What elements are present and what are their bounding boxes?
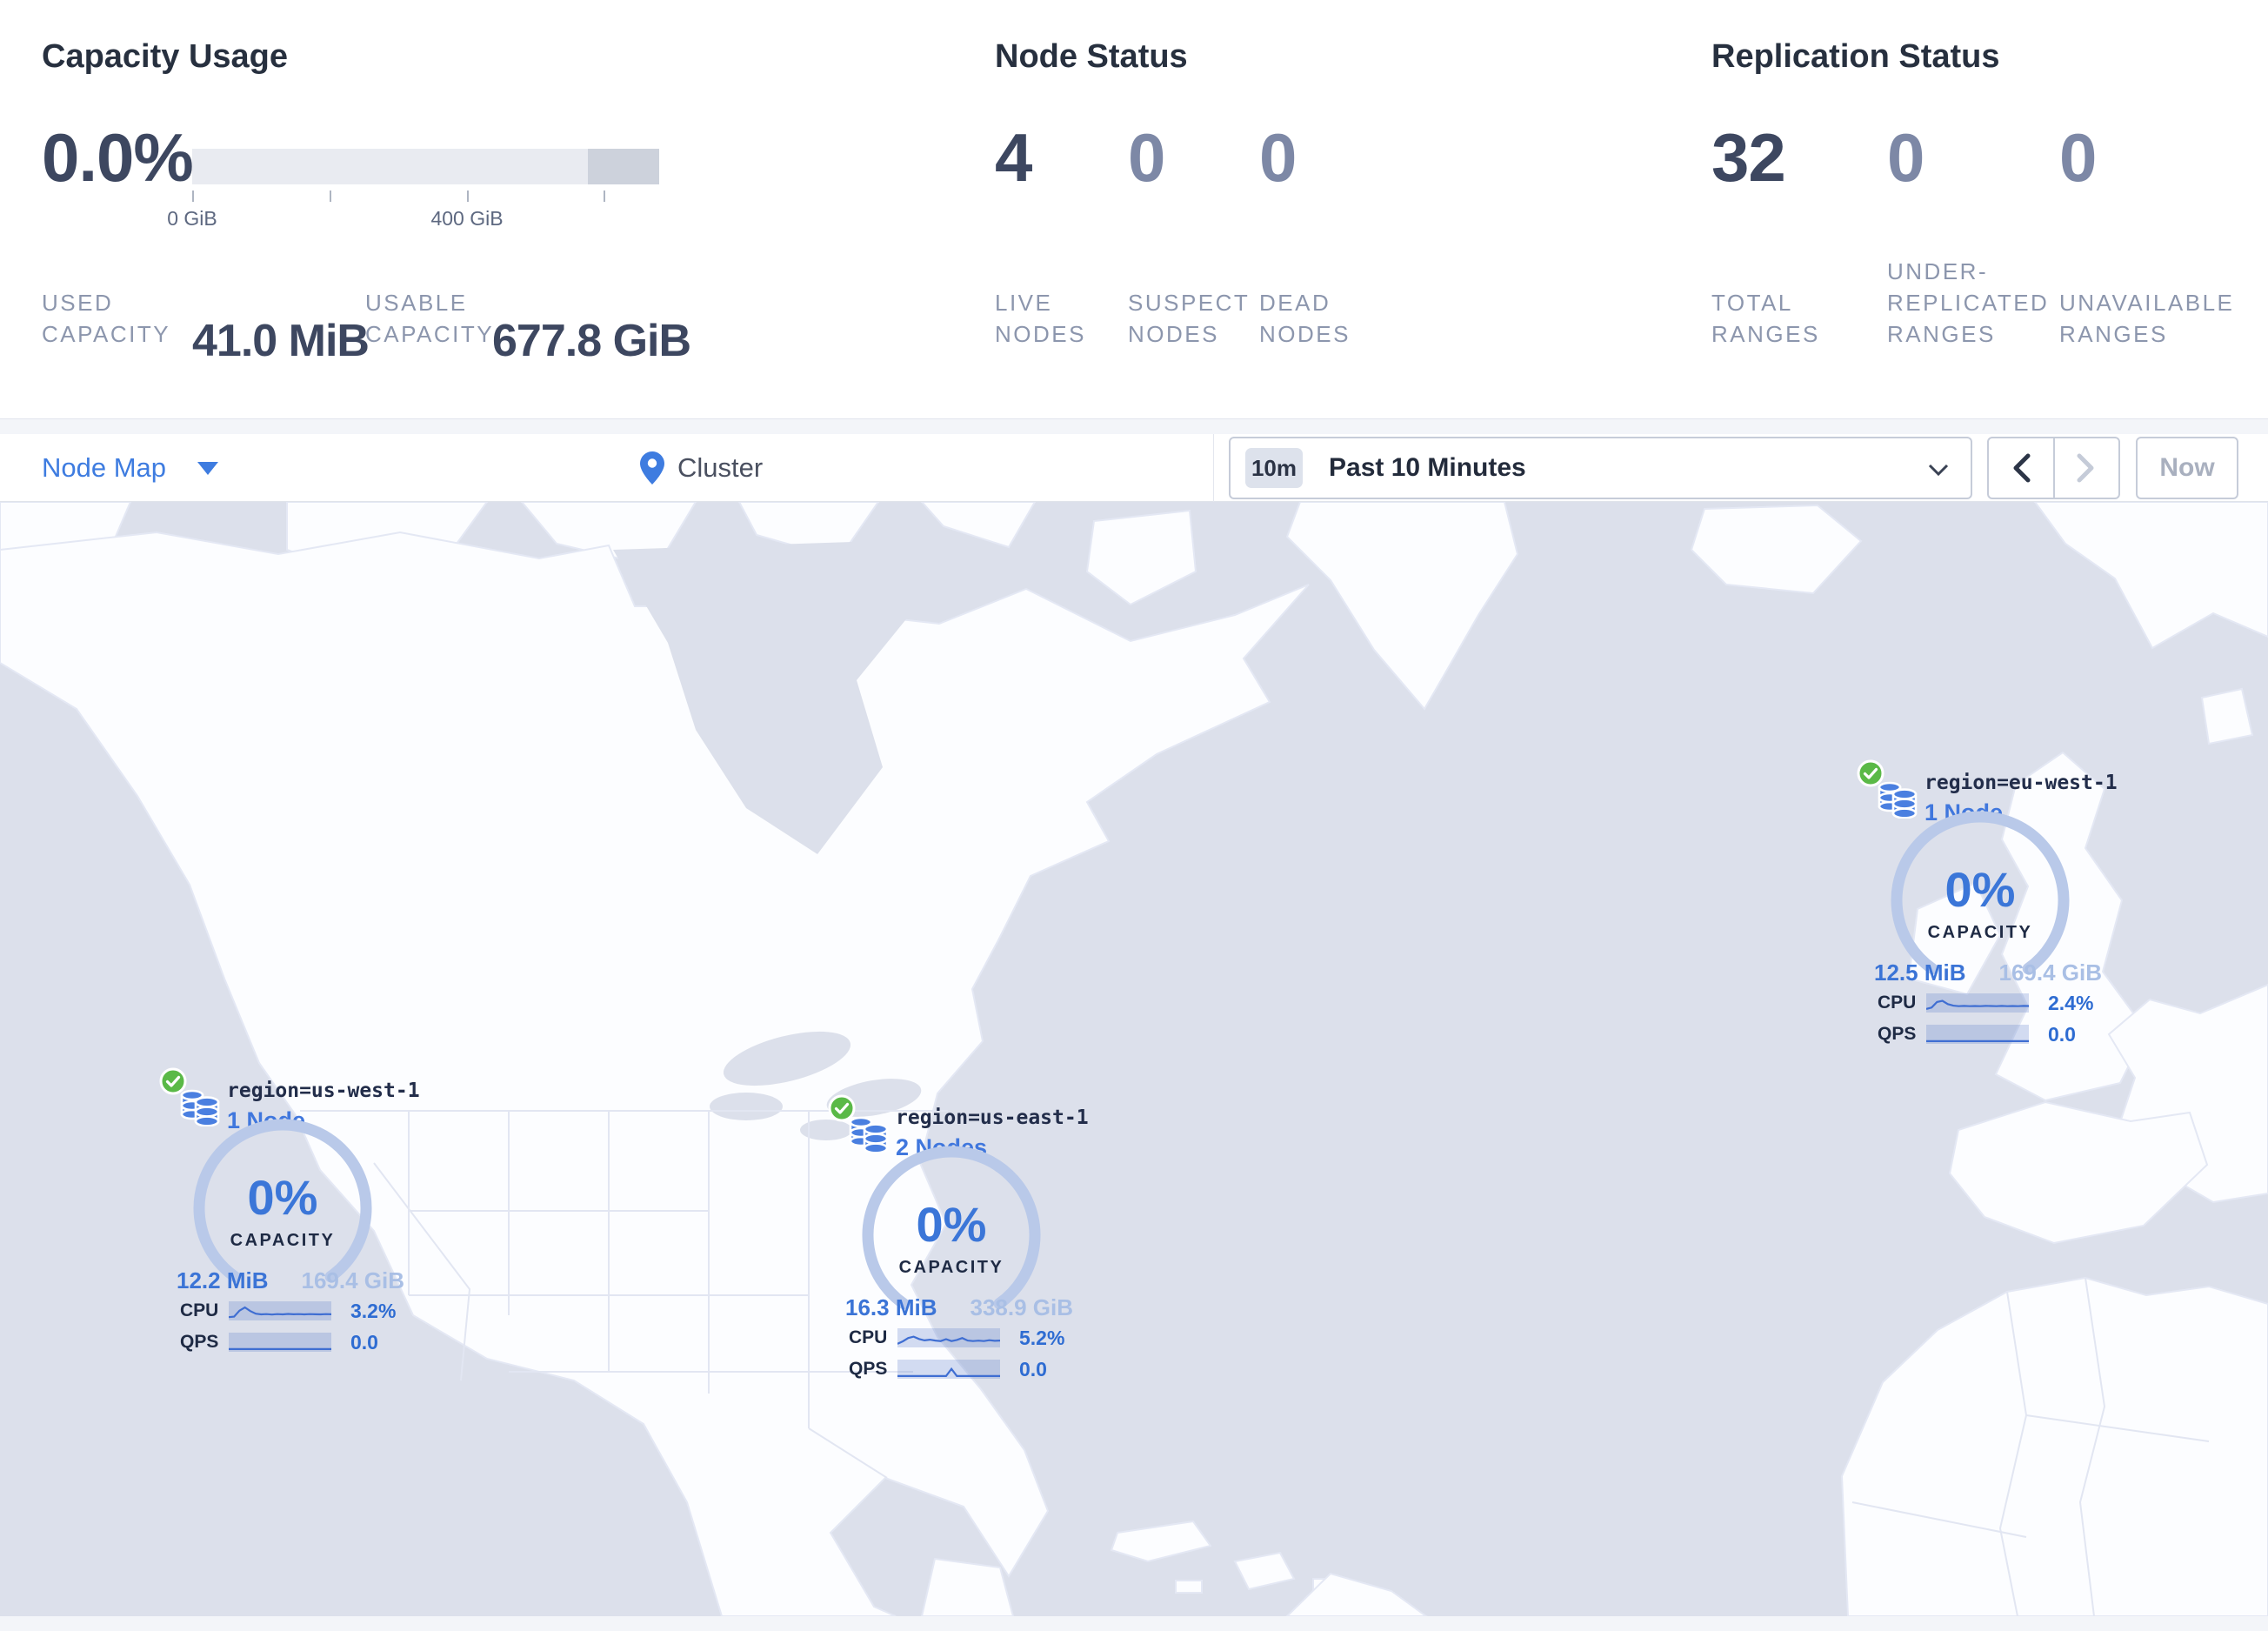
time-pager — [1987, 437, 2120, 499]
breadcrumb-label: Cluster — [677, 452, 764, 483]
cluster-summary-panel: Capacity Usage 0.0% 0 GiB 400 GiB USED C… — [0, 0, 2268, 419]
time-range-dropdown[interactable]: 10m Past 10 Minutes — [1229, 437, 1972, 499]
capacity-usage-title: Capacity Usage — [42, 38, 289, 75]
region-name: region=us-west-1 — [227, 1080, 420, 1102]
capacity-usage-percent: 0.0% — [42, 119, 194, 196]
cpu-sparkline — [1926, 993, 2029, 1013]
toolbar-divider — [1213, 434, 1214, 502]
chevron-down-icon — [1928, 464, 1949, 477]
cpu-label: CPU — [180, 1300, 219, 1320]
dead-nodes-label: DEAD NODES — [1259, 290, 1351, 347]
cpu-value: 2.4% — [2048, 991, 2094, 1014]
used-capacity-value: 41.0 MiB — [192, 316, 370, 366]
region-used-capacity: 12.2 MiB — [177, 1267, 269, 1293]
region-total-capacity: 338.9 GiB — [970, 1294, 1073, 1320]
capacity-bar-tick — [192, 191, 194, 202]
usable-capacity-value: 677.8 GiB — [492, 316, 691, 366]
time-forward-button[interactable] — [2055, 438, 2119, 498]
chevron-left-icon — [2013, 453, 2031, 483]
capacity-tick-label-mid: 400 GiB — [430, 207, 504, 230]
used-capacity-label: USED CAPACITY — [42, 290, 171, 347]
total-ranges-count: 32 — [1711, 119, 1786, 196]
qps-sparkline — [229, 1333, 331, 1352]
region-total-capacity: 169.4 GiB — [301, 1267, 404, 1293]
region-marker-eu-west-1[interactable]: region=eu-west-1 1 Node 0% CAPACITY 12.5… — [1857, 759, 2126, 1059]
now-button-label: Now — [2159, 453, 2215, 482]
capacity-bar-reserved-segment — [588, 149, 659, 184]
region-capacity-percent: 0% — [247, 1170, 318, 1225]
node-status-title: Node Status — [995, 38, 1188, 75]
time-back-button[interactable] — [1989, 438, 2055, 498]
map-pin-icon — [640, 451, 664, 485]
unavailable-ranges-label: UNAVAILABLE RANGES — [2059, 290, 2235, 347]
qps-label: QPS — [180, 1332, 219, 1352]
cpu-value: 3.2% — [350, 1299, 397, 1322]
now-button[interactable]: Now — [2136, 437, 2238, 499]
qps-value: 0.0 — [2048, 1022, 2076, 1046]
region-marker-us-east-1[interactable]: region=us-east-1 2 Nodes 0% CAPACITY 16.… — [828, 1094, 1097, 1394]
region-capacity-label: CAPACITY — [898, 1258, 1004, 1277]
replication-status-title: Replication Status — [1711, 38, 2000, 75]
time-range-badge: 10m — [1245, 448, 1303, 488]
view-selector-label: Node Map — [42, 452, 167, 483]
unavailable-ranges-count: 0 — [2059, 119, 2097, 196]
live-nodes-count: 4 — [995, 119, 1032, 196]
region-name: region=eu-west-1 — [1924, 772, 2118, 794]
region-name: region=us-east-1 — [896, 1106, 1089, 1129]
qps-sparkline — [1926, 1025, 2029, 1044]
region-used-capacity: 12.5 MiB — [1874, 959, 1966, 986]
cpu-label: CPU — [849, 1327, 888, 1347]
capacity-bar-tick — [604, 191, 605, 202]
capacity-tick-label-zero: 0 GiB — [167, 207, 217, 230]
qps-sparkline — [897, 1360, 1000, 1379]
caret-down-icon — [197, 461, 219, 475]
live-nodes-label: LIVE NODES — [995, 290, 1086, 347]
capacity-bar-tick — [467, 191, 469, 202]
qps-label: QPS — [1878, 1024, 1917, 1044]
region-capacity-label: CAPACITY — [230, 1231, 336, 1250]
time-range-label: Past 10 Minutes — [1329, 453, 1526, 482]
dead-nodes-count: 0 — [1259, 119, 1297, 196]
under-replicated-ranges-count: 0 — [1887, 119, 1924, 196]
region-capacity-label: CAPACITY — [1927, 923, 2033, 942]
capacity-usage-bar — [192, 149, 659, 184]
cpu-label: CPU — [1878, 993, 1917, 1013]
cpu-sparkline — [897, 1328, 1000, 1347]
region-used-capacity: 16.3 MiB — [845, 1294, 937, 1320]
cpu-sparkline — [229, 1301, 331, 1320]
page-bottom-strip — [0, 1616, 2268, 1631]
view-selector-dropdown[interactable]: Node Map — [42, 434, 219, 502]
usable-capacity-label: USABLE CAPACITY — [365, 290, 495, 347]
under-replicated-ranges-label: UNDER-REPLICATED RANGES — [1887, 258, 2050, 347]
capacity-bar-tick — [330, 191, 331, 202]
region-capacity-percent: 0% — [916, 1197, 987, 1252]
qps-value: 0.0 — [1019, 1357, 1047, 1380]
region-total-capacity: 169.4 GiB — [1998, 959, 2102, 986]
chevron-right-icon — [2077, 453, 2094, 483]
breadcrumb[interactable]: Cluster — [640, 434, 763, 502]
map-toolbar: Node Map Cluster 10m Past 10 Minutes Now — [0, 434, 2268, 502]
region-capacity-percent: 0% — [1944, 862, 2016, 917]
suspect-nodes-label: SUSPECT NODES — [1128, 290, 1250, 347]
region-marker-us-west-1[interactable]: region=us-west-1 1 Node 0% CAPACITY 12.2… — [159, 1067, 429, 1367]
cpu-value: 5.2% — [1019, 1326, 1065, 1349]
qps-label: QPS — [849, 1359, 888, 1379]
total-ranges-label: TOTAL RANGES — [1711, 290, 1820, 347]
suspect-nodes-count: 0 — [1128, 119, 1165, 196]
qps-value: 0.0 — [350, 1330, 378, 1354]
